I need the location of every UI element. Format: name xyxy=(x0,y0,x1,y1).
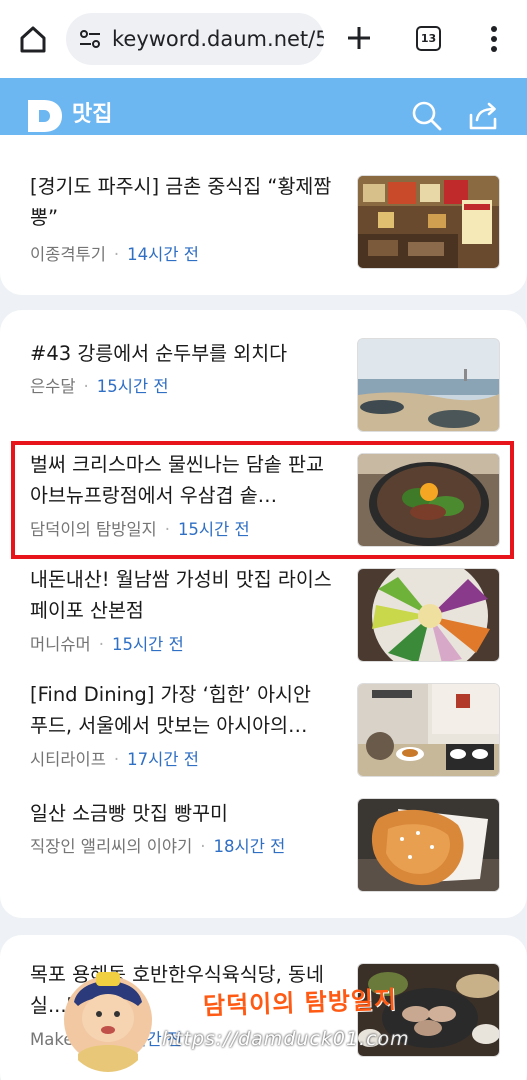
item-meta: 시티라이프 · 17시간 전 xyxy=(30,750,199,769)
watermark-avatar xyxy=(64,968,152,1072)
thumbnail-image[interactable] xyxy=(357,175,500,269)
item-title[interactable]: 일산 소금빵 맛집 빵꾸미 xyxy=(30,798,334,829)
item-time: 14시간 전 xyxy=(127,245,199,264)
url-text: keyword.daum.net/5 xyxy=(112,27,324,51)
item-source: 은수달 xyxy=(30,377,76,396)
thumbnail-image[interactable] xyxy=(357,338,500,432)
thumbnail-image[interactable] xyxy=(357,683,500,777)
list-item[interactable]: 내돈내산! 월남쌈 가성비 맛집 라이스페이포 산본점 머니슈머 · 15시간 전 xyxy=(0,568,527,668)
site-settings-icon[interactable] xyxy=(78,27,102,51)
browser-toolbar: keyword.daum.net/5 13 xyxy=(0,0,527,78)
item-meta: 은수달 · 15시간 전 xyxy=(30,377,169,396)
item-meta: 직장인 앨리씨의 이야기 · 18시간 전 xyxy=(30,837,286,856)
more-options-icon[interactable] xyxy=(484,24,504,54)
daum-logo-icon[interactable] xyxy=(26,98,64,134)
item-time: 17시간 전 xyxy=(127,750,199,769)
home-icon[interactable] xyxy=(18,24,48,54)
thumbnail-image[interactable] xyxy=(357,798,500,892)
share-icon[interactable] xyxy=(466,99,500,133)
item-meta: 머니슈머 · 15시간 전 xyxy=(30,635,184,654)
item-title[interactable]: #43 강릉에서 순두부를 외치다 xyxy=(30,338,334,369)
item-title[interactable]: 내돈내산! 월남쌈 가성비 맛집 라이스페이포 산본점 xyxy=(30,564,334,626)
watermark-url: https://damduck01.com xyxy=(162,1028,410,1050)
tab-switcher-button[interactable]: 13 xyxy=(416,26,441,51)
item-source: 머니슈머 xyxy=(30,635,91,654)
list-item[interactable]: #43 강릉에서 순두부를 외치다 은수달 · 15시간 전 xyxy=(0,338,527,438)
highlight-box xyxy=(11,441,514,559)
item-time: 18시간 전 xyxy=(213,837,286,856)
page-title: 맛집 xyxy=(72,102,113,127)
article-card-group-2: #43 강릉에서 순두부를 외치다 은수달 · 15시간 전 벌써 크리스마스 물씬… xyxy=(0,310,527,918)
article-card-group-1: [경기도 파주시] 금촌 중식집 “황제짬뽕” 이종격투기 · 14시간 전 xyxy=(0,135,527,295)
watermark-title: 담덕이의 탐방일지 xyxy=(202,984,398,1021)
list-item[interactable]: [경기도 파주시] 금촌 중식집 “황제짬뽕” 이종격투기 · 14시간 전 xyxy=(0,175,527,275)
search-icon[interactable] xyxy=(410,99,444,133)
list-item[interactable]: 일산 소금빵 맛집 빵꾸미 직장인 앨리씨의 이야기 · 18시간 전 xyxy=(0,798,527,898)
item-time: 15시간 전 xyxy=(111,635,184,654)
item-time: 15시간 전 xyxy=(96,377,169,396)
item-source: 직장인 앨리씨의 이야기 xyxy=(30,837,193,856)
address-bar[interactable]: keyword.daum.net/5 xyxy=(66,13,324,65)
item-meta: 이종격투기 · 14시간 전 xyxy=(30,245,199,264)
item-title[interactable]: [Find Dining] 가장 ‘힙한’ 아시안 푸드, 서울에서 맛보는 아… xyxy=(30,679,334,741)
item-title[interactable]: [경기도 파주시] 금촌 중식집 “황제짬뽕” xyxy=(30,171,334,233)
list-item[interactable]: [Find Dining] 가장 ‘힙한’ 아시안 푸드, 서울에서 맛보는 아… xyxy=(0,683,527,783)
thumbnail-image[interactable] xyxy=(357,568,500,662)
item-source: 시티라이프 xyxy=(30,750,106,769)
item-source: 이종격투기 xyxy=(30,245,106,264)
new-tab-icon[interactable] xyxy=(345,24,373,52)
